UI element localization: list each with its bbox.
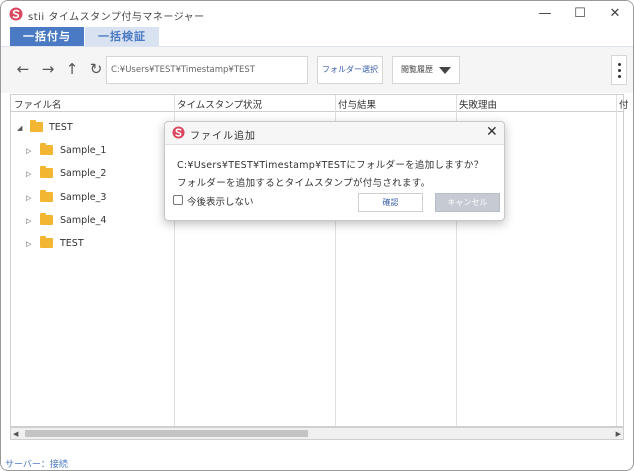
history-dropdown[interactable]: 閲覧履歴 (392, 56, 460, 84)
tree-item-label: Sample_3 (60, 192, 107, 203)
expand-toggle-icon[interactable]: ▷ (26, 217, 31, 225)
history-label: 閲覧履歴 (401, 65, 433, 74)
add-file-dialog: ファイル追加 ✕ C:¥Users¥TEST¥Timestamp¥TESTにフォ… (164, 121, 505, 221)
refresh-icon[interactable]: ↻ (86, 59, 106, 79)
scrollbar-thumb[interactable] (25, 430, 308, 437)
column-header-extra[interactable]: 付 (619, 97, 629, 111)
close-window-button[interactable]: ✕ (597, 1, 633, 27)
expand-toggle-icon[interactable]: ▷ (26, 194, 31, 202)
dialog-message: C:¥Users¥TEST¥Timestamp¥TESTにフォルダーを追加します… (177, 160, 484, 171)
tree-item-label: TEST (49, 122, 73, 133)
up-arrow-icon[interactable]: ↑ (62, 59, 82, 79)
close-icon[interactable]: ✕ (486, 124, 498, 140)
column-header-grant-result[interactable]: 付与結果 (338, 97, 376, 111)
expand-toggle-icon[interactable]: ▷ (26, 170, 31, 178)
scroll-right-icon[interactable]: ▶ (616, 430, 621, 438)
scroll-left-icon[interactable]: ◀ (13, 430, 18, 438)
folder-icon (40, 190, 53, 202)
folder-select-button[interactable]: フォルダー選択 (317, 56, 383, 84)
back-arrow-icon[interactable]: ← (13, 59, 33, 79)
tree-row[interactable]: ▷ Sample_1 (11, 143, 171, 161)
column-divider (616, 95, 617, 426)
dialog-title: ファイル追加 (190, 131, 256, 142)
tree-item-label: Sample_4 (60, 215, 107, 226)
tree-row[interactable]: ▷ Sample_3 (11, 190, 171, 208)
column-header-filename[interactable]: ファイル名 (14, 97, 62, 111)
path-text: C:¥Users¥TEST¥Timestamp¥TEST (111, 65, 255, 75)
folder-icon (40, 166, 53, 178)
tree-item-label: Sample_1 (60, 145, 107, 156)
caret-down-icon (439, 67, 451, 74)
tab-bulk-grant[interactable]: 一括付与 (10, 27, 84, 46)
cancel-button[interactable]: キャンセル (435, 193, 500, 212)
toolbar: ← → ↑ ↻ C:¥Users¥TEST¥Timestamp¥TEST フォル… (1, 46, 633, 93)
tree-row[interactable]: ▷ Sample_2 (11, 166, 171, 184)
folder-icon (40, 213, 53, 225)
tree-row-root[interactable]: ◢ TEST (11, 120, 171, 138)
confirm-button[interactable]: 確認 (358, 193, 423, 212)
dialog-message-note: フォルダーを追加するとタイムスタンプが付与されます。 (177, 178, 431, 189)
app-logo-icon (9, 7, 23, 21)
maximize-button[interactable]: ☐ (562, 1, 598, 27)
folder-icon (40, 143, 53, 155)
column-header-timestamp-status[interactable]: タイムスタンプ状況 (177, 97, 262, 111)
expand-toggle-icon[interactable]: ▷ (26, 147, 31, 155)
window-title: stii タイムスタンプ付与マネージャー (28, 12, 205, 23)
app-window: stii タイムスタンプ付与マネージャー — ☐ ✕ 一括付与 一括検証 ← →… (0, 0, 634, 471)
path-field[interactable]: C:¥Users¥TEST¥Timestamp¥TEST (106, 56, 308, 84)
forward-arrow-icon[interactable]: → (38, 59, 58, 79)
more-menu-icon[interactable] (611, 55, 627, 85)
minimize-button[interactable]: — (527, 1, 563, 27)
horizontal-scrollbar[interactable]: ◀ ▶ (10, 427, 624, 440)
tree-item-label: Sample_2 (60, 168, 107, 179)
tab-bulk-verify[interactable]: 一括検証 (85, 27, 159, 46)
table-header: ファイル名 タイムスタンプ状況 付与結果 失敗理由 付 (11, 95, 629, 112)
dont-show-again-label[interactable]: 今後表示しない (187, 194, 254, 208)
title-bar: stii タイムスタンプ付与マネージャー — ☐ ✕ (1, 1, 633, 27)
folder-icon (30, 120, 43, 132)
tree-row[interactable]: ▷ Sample_4 (11, 213, 171, 231)
app-logo-icon (172, 126, 185, 139)
expand-toggle-icon[interactable]: ◢ (17, 124, 22, 132)
column-header-failure-reason[interactable]: 失敗理由 (459, 97, 497, 111)
dont-show-again-checkbox[interactable] (173, 195, 183, 205)
dialog-header: ファイル追加 ✕ (165, 122, 504, 145)
tree-item-label: TEST (60, 238, 84, 249)
server-status: サーバー：接続 (5, 460, 68, 470)
folder-icon (40, 236, 53, 248)
expand-toggle-icon[interactable]: ▷ (26, 240, 31, 248)
tree-row[interactable]: ▷ TEST (11, 236, 171, 254)
